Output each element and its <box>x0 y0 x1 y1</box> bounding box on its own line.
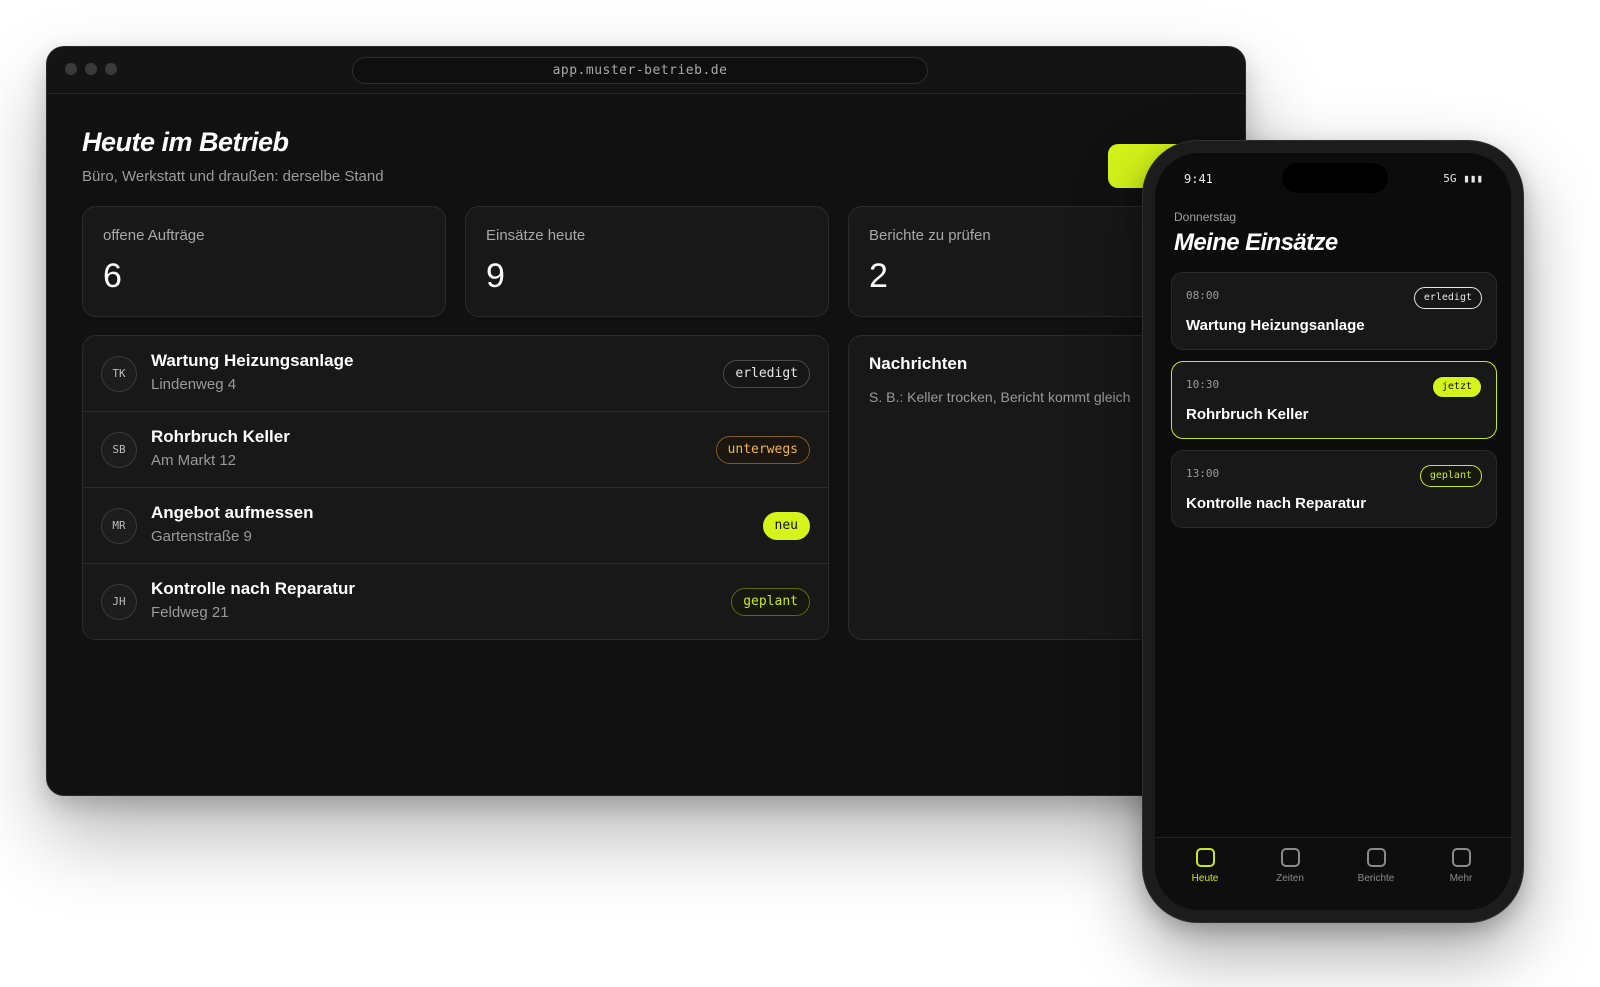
browser-window: app.muster-betrieb.de Heute im Betrieb B… <box>46 46 1246 796</box>
status-bar-signal: 5G ▮▮▮ <box>1443 172 1483 185</box>
avatar: TK <box>101 356 137 392</box>
stat-card-assignments-today[interactable]: Einsätze heute 9 <box>465 206 829 317</box>
tab-label: Heute <box>1191 873 1219 884</box>
phone-day-label: Donnerstag <box>1174 210 1237 224</box>
status-bar-time: 9:41 <box>1184 172 1213 186</box>
job-address: Am Markt 12 <box>151 452 237 469</box>
job-title: Rohrbruch Keller <box>151 427 290 446</box>
window-minimize-dot[interactable] <box>85 63 97 75</box>
assignment-time: 08:00 <box>1186 289 1220 302</box>
phone-screen: 9:41 5G ▮▮▮ Donnerstag Meine Einsätze 08… <box>1155 153 1511 910</box>
job-row[interactable]: TK Wartung Heizungsanlage Lindenweg 4 er… <box>83 336 828 412</box>
job-address: Gartenstraße 9 <box>151 528 252 545</box>
job-title: Wartung Heizungsanlage <box>151 351 354 370</box>
stat-label: Berichte zu prüfen <box>869 227 991 244</box>
tab-label: Berichte <box>1357 873 1395 884</box>
avatar: JH <box>101 584 137 620</box>
stat-label: offene Aufträge <box>103 227 205 244</box>
reports-icon <box>1366 848 1386 867</box>
messages-title: Nachrichten <box>869 354 968 373</box>
status-badge: geplant <box>731 588 810 616</box>
avatar: SB <box>101 432 137 468</box>
times-icon <box>1280 848 1300 867</box>
assignment-title: Kontrolle nach Reparatur <box>1186 495 1367 512</box>
status-badge: unterwegs <box>715 436 810 464</box>
stat-label: Einsätze heute <box>486 227 586 244</box>
stat-value: 6 <box>103 257 122 295</box>
today-icon <box>1195 848 1215 867</box>
assignment-card[interactable]: 13:00 Kontrolle nach Reparatur geplant <box>1171 450 1497 528</box>
status-badge: erledigt <box>723 360 810 388</box>
tab-today[interactable]: Heute <box>1170 848 1240 884</box>
status-badge: neu <box>762 512 810 540</box>
job-address: Feldweg 21 <box>151 604 229 621</box>
page-title: Heute im Betrieb <box>82 127 289 157</box>
assignment-time: 13:00 <box>1186 467 1220 480</box>
job-title: Angebot aufmessen <box>151 503 314 522</box>
window-close-dot[interactable] <box>65 63 77 75</box>
assignment-card-active[interactable]: 10:30 Rohrbruch Keller jetzt <box>1171 361 1497 439</box>
page-subtitle: Büro, Werkstatt und draußen: derselbe St… <box>82 168 384 185</box>
window-maximize-dot[interactable] <box>105 63 117 75</box>
status-badge: geplant <box>1419 465 1482 487</box>
tab-times[interactable]: Zeiten <box>1255 848 1325 884</box>
job-address: Lindenweg 4 <box>151 376 237 393</box>
message-item[interactable]: S. B.: Keller trocken, Bericht kommt gle… <box>869 389 1130 405</box>
tab-label: Zeiten <box>1276 873 1304 884</box>
more-icon <box>1451 848 1471 867</box>
assignment-time: 10:30 <box>1186 378 1220 391</box>
url-bar[interactable]: app.muster-betrieb.de <box>352 57 928 84</box>
tab-reports[interactable]: Berichte <box>1341 848 1411 884</box>
assignment-title: Rohrbruch Keller <box>1186 406 1309 423</box>
phone-notch <box>1282 163 1388 193</box>
phone-page-title: Meine Einsätze <box>1174 229 1338 256</box>
assignment-card[interactable]: 08:00 Wartung Heizungsanlage erledigt <box>1171 272 1497 350</box>
job-title: Kontrolle nach Reparatur <box>151 579 356 598</box>
stat-value: 2 <box>869 257 888 295</box>
tab-label: Mehr <box>1449 873 1473 884</box>
phone-device: 9:41 5G ▮▮▮ Donnerstag Meine Einsätze 08… <box>1142 140 1524 923</box>
job-row[interactable]: SB Rohrbruch Keller Am Markt 12 unterweg… <box>83 412 828 488</box>
stat-value: 9 <box>486 257 505 295</box>
status-badge: erledigt <box>1413 287 1482 309</box>
job-row[interactable]: MR Angebot aufmessen Gartenstraße 9 neu <box>83 488 828 564</box>
tab-bar: Heute Zeiten Berichte Mehr <box>1155 837 1511 910</box>
browser-titlebar: app.muster-betrieb.de <box>47 47 1245 94</box>
avatar: MR <box>101 508 137 544</box>
assignment-title: Wartung Heizungsanlage <box>1186 317 1365 334</box>
tab-more[interactable]: Mehr <box>1426 848 1496 884</box>
status-badge: jetzt <box>1431 376 1482 398</box>
stat-card-open-orders[interactable]: offene Aufträge 6 <box>82 206 446 317</box>
job-row[interactable]: JH Kontrolle nach Reparatur Feldweg 21 g… <box>83 564 828 639</box>
jobs-list: TK Wartung Heizungsanlage Lindenweg 4 er… <box>82 335 829 640</box>
